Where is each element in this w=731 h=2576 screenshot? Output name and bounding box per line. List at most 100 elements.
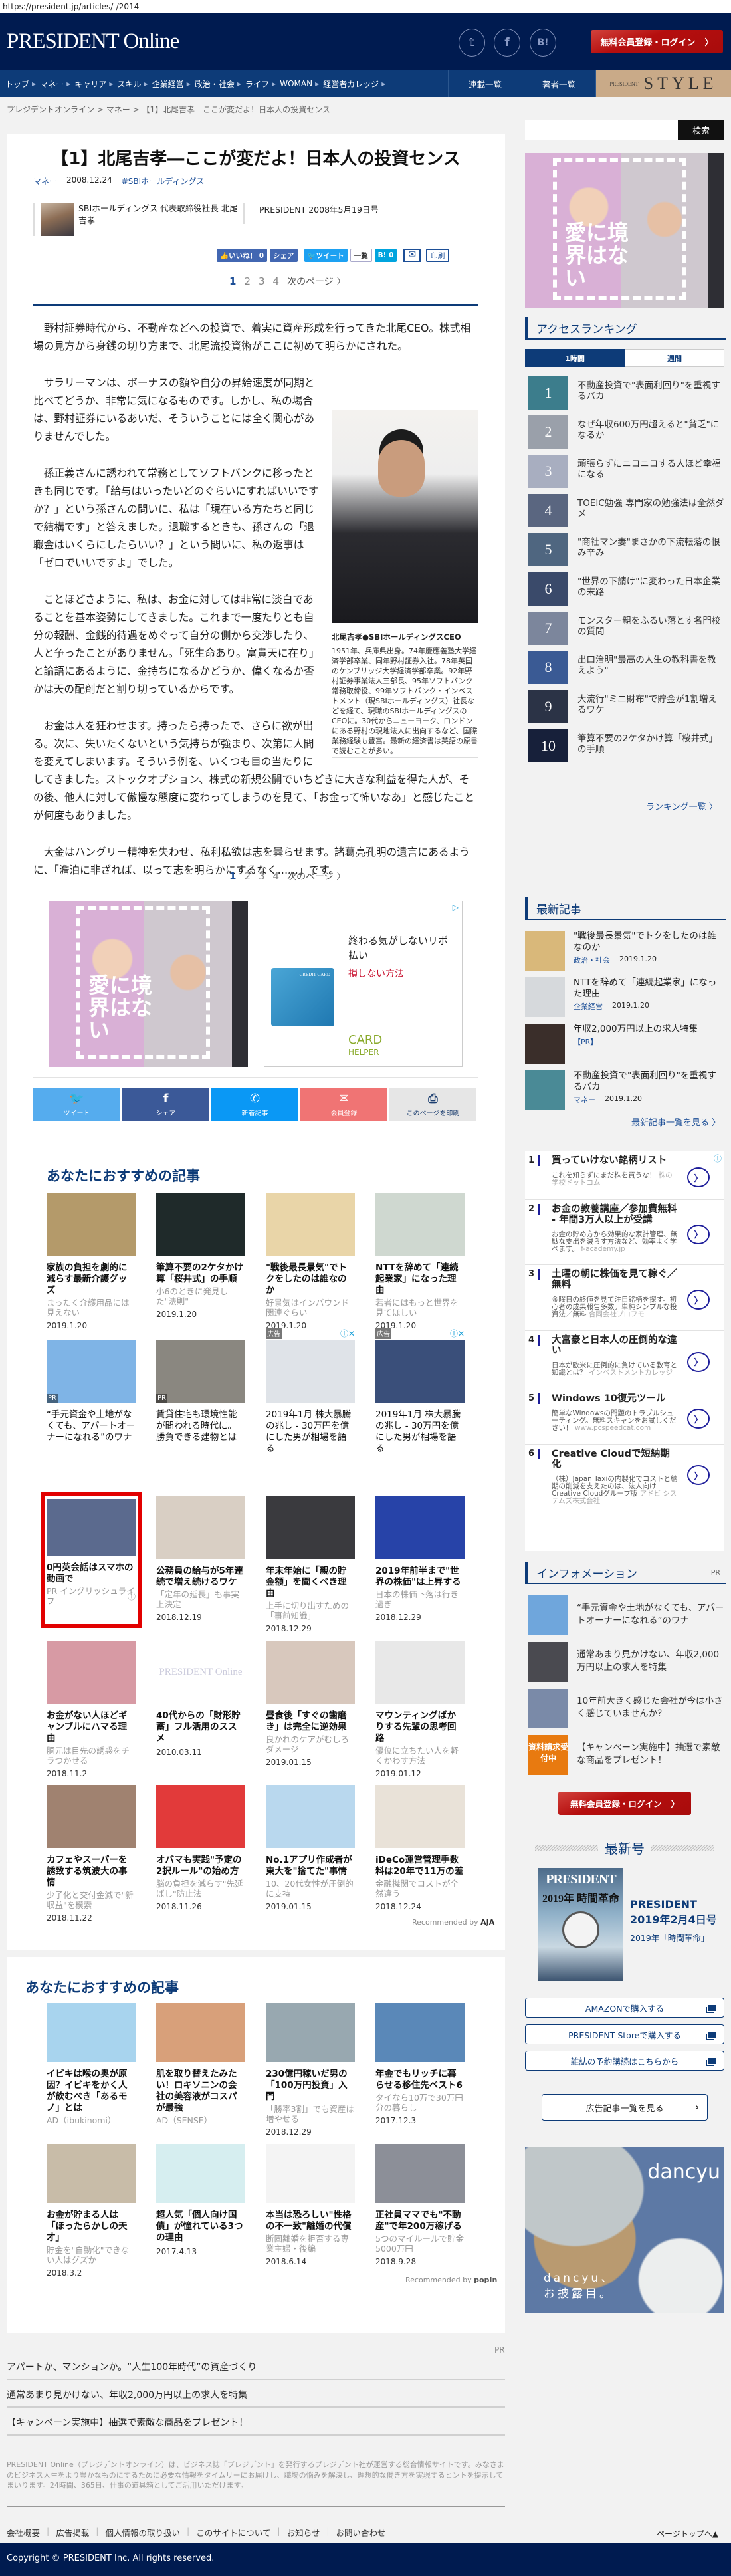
- article-thumbnail[interactable]: [156, 1496, 245, 1559]
- tab-weekly[interactable]: 週間: [625, 349, 724, 367]
- ranking-item[interactable]: 1 不動産投資で"表面利回り"を重視するバカ: [525, 376, 724, 415]
- article-thumbnail[interactable]: [156, 1785, 245, 1848]
- article-thumbnail[interactable]: [266, 1340, 355, 1403]
- page-number[interactable]: 2: [244, 275, 251, 287]
- article-thumbnail[interactable]: [375, 2144, 465, 2203]
- article-card[interactable]: 超人気「個人向け国債」が憧れている3つの理由 2017.4.13: [156, 2144, 245, 2256]
- facebook-icon[interactable]: f: [494, 29, 520, 57]
- ranking-item[interactable]: 4 TOEIC勉強 専門家の勉強法は全然ダメ: [525, 494, 724, 533]
- article-card[interactable]: 230億円稼いだ男の「100万円投資」入門 「勝率3割」でも資産は増やせる 2018…: [266, 2003, 355, 2137]
- article-card[interactable]: 年金でもリッチに暮らせる移住先ベスト6 タイなら10万で30万円分の暮らし 2017…: [375, 2003, 465, 2125]
- article-card[interactable]: 0円英会話はスマホの動画で PR イングリッシュライフ ⓘ: [41, 1492, 142, 1628]
- author-name[interactable]: SBIホールディングス 代表取締役社長 北尾 吉孝: [78, 203, 245, 225]
- register-login-button[interactable]: 無料会員登録・ログイン〉: [558, 1792, 691, 1815]
- card-ad[interactable]: ▷ CREDIT CARD 終わる気がしないリボ払い 損しない方法 CARD H…: [264, 901, 463, 1067]
- article-card[interactable]: 本当は恐ろしい"性格の不一致"離婚の代償 断固離婚を拒否する専業主婦・後編 2018…: [266, 2144, 355, 2266]
- article-card[interactable]: 肌を取り替えたみたい！ロキソニンの会社の美容液がコスパが最強 AD（SENSE）: [156, 2003, 245, 2125]
- article-card[interactable]: 正社員ママでも"不動産"で年200万稼げる 5つのマイルールで貯金5000万円 20…: [375, 2144, 465, 2266]
- article-card[interactable]: "戦後最長景気"でトクをしたのは誰なのか 好景気はインバウンド関連ぐらい 2019.…: [266, 1193, 355, 1330]
- article-thumbnail[interactable]: [375, 2003, 465, 2062]
- article-card[interactable]: 広告 ⓘ✕ 2019年1月 株大暴騰の兆し - 30万円を億にした男が相場を語る: [375, 1328, 465, 1455]
- nav-item[interactable]: WOMAN ▶: [280, 79, 319, 88]
- article-card[interactable]: 家族の負担を劇的に減らす最新介護グッズ まったく介護用品には見えない 2019.1.…: [47, 1193, 136, 1330]
- breadcrumb-home[interactable]: プレジデントオンライン: [7, 105, 94, 114]
- article-card[interactable]: iDeCo運営管理手数料は20年で11万の差 金融機関でコストが全然違う 2018.…: [375, 1785, 465, 1911]
- site-logo[interactable]: PRESIDENT Online: [7, 29, 179, 54]
- ranking-item[interactable]: 5 "商社マン妻"まさかの下流転落の恨み辛み: [525, 533, 724, 572]
- adchoices-icon[interactable]: ▷: [453, 903, 459, 912]
- article-card[interactable]: PRESIDENT Online 40代からの「財形貯蓄」フル活用のススメ 2010…: [156, 1641, 245, 1757]
- print-button[interactable]: 印刷: [426, 249, 450, 262]
- sponsored-item[interactable]: 3 土曜の朝に株価を見て稼ぐ／無料 金曜日の終値を見て注目銘柄を探す。初心者の成果報…: [525, 1265, 724, 1331]
- page-number[interactable]: 1: [229, 870, 236, 882]
- article-thumbnail[interactable]: [266, 1193, 355, 1256]
- pr-link[interactable]: アパートか、マンションか。“人生100年時代”の資産づくり: [7, 2360, 505, 2380]
- latest-category[interactable]: 企業経営: [574, 1001, 603, 1012]
- chevron-circle-icon[interactable]: 〉: [687, 1167, 710, 1187]
- information-item[interactable]: 資料請求受付中 【キャンペーン実施中】抽選で素敵な商品をプレゼント！: [528, 1735, 724, 1782]
- author-avatar[interactable]: [41, 203, 74, 236]
- article-card[interactable]: お金が貯まる人は「ほったらかしの天才」 貯金を"自動化"できない人はグズか 2018…: [47, 2144, 136, 2278]
- article-thumbnail[interactable]: [375, 1193, 465, 1256]
- ranking-item[interactable]: 7 モンスター親をふるい落とす名門校の質問: [525, 612, 724, 651]
- issue-title[interactable]: PRESIDENT 2019年2月4日号: [630, 1897, 720, 1927]
- article-thumbnail[interactable]: [266, 1496, 355, 1559]
- article-thumbnail[interactable]: [156, 2003, 245, 2062]
- page-number[interactable]: 3: [259, 275, 265, 287]
- article-tag-link[interactable]: #SBIホールディングス: [122, 176, 205, 187]
- sponsored-item[interactable]: 5 Windows 10復元ツール 簡単なWindowsの問題のトラブルシューティン…: [525, 1389, 724, 1445]
- footer-link[interactable]: お問い合わせ: [336, 2526, 386, 2539]
- ranking-item[interactable]: 2 なぜ年収600万円超えると"貧乏"になるか: [525, 415, 724, 455]
- recommended-by[interactable]: Recommended by AJA: [412, 1918, 494, 1927]
- article-card[interactable]: PR 賃貸住宅も環境性能が問われる時代に。勝負できる建物とは: [156, 1340, 245, 1443]
- sponsored-item[interactable]: 6 Creative Cloudで短納期化 （株）Japan Taxiの内製化でコス…: [525, 1445, 724, 1505]
- breadcrumb-category[interactable]: マネー: [106, 105, 130, 114]
- share-1-button[interactable]: 🐦 ツイート: [33, 1088, 120, 1121]
- nav-item[interactable]: マネー ▶: [40, 78, 70, 90]
- article-card[interactable]: カフェやスーパーを誘致する筑波大の事情 少子化と交付金減で"新収益"を模索 2018…: [47, 1785, 136, 1923]
- register-login-button[interactable]: 無料会員登録・ログイン〉: [591, 30, 723, 53]
- article-card[interactable]: マウンティングばかりする先輩の思考回路 優位に立ちたい人を軽くかわす方法 2019.…: [375, 1641, 465, 1778]
- chevron-circle-icon[interactable]: 〉: [687, 1465, 710, 1485]
- search-button[interactable]: 検索: [678, 120, 724, 140]
- dancyu-ad-banner[interactable]: dancyu dancyu、お披露目。: [525, 2147, 724, 2313]
- page-top-link[interactable]: ページトップへ▲: [657, 2528, 718, 2539]
- latest-category[interactable]: 政治・社会: [574, 955, 610, 965]
- article-card[interactable]: 広告 ⓘ✕ 2019年1月 株大暴騰の兆し - 30万円を億にした男が相場を語る: [266, 1328, 355, 1455]
- facebook-like-button[interactable]: 👍 いいね！ 0: [217, 249, 268, 262]
- nav-item[interactable]: ライフ ▶: [245, 78, 276, 90]
- next-page-link[interactable]: 次のページ 〉: [287, 870, 346, 883]
- purchase-button[interactable]: AMAZONで購入する: [525, 1998, 724, 2018]
- tweet-count-list[interactable]: 一覧: [350, 249, 372, 262]
- footer-link[interactable]: 広告掲載: [56, 2526, 89, 2539]
- article-category-link[interactable]: マネー: [33, 176, 57, 187]
- ranking-more-link[interactable]: ランキング一覧 〉: [646, 800, 718, 812]
- share-2-button[interactable]: f シェア: [122, 1088, 209, 1121]
- nav-item[interactable]: 経営者カレッジ ▶: [323, 78, 385, 90]
- article-card[interactable]: 昼食後「すぐの歯磨き」は完全に逆効果 良かれのケアがむしろダメージ 2019.01.…: [266, 1641, 355, 1767]
- chevron-circle-icon[interactable]: 〉: [687, 1351, 710, 1372]
- information-item[interactable]: 10年前大きく感じた会社が今は小さく感じていませんか？: [528, 1689, 724, 1735]
- author-photo[interactable]: [332, 410, 478, 623]
- article-thumbnail[interactable]: [156, 2144, 245, 2203]
- article-thumbnail[interactable]: [47, 1499, 136, 1556]
- page-number[interactable]: 3: [259, 870, 265, 882]
- ranking-item[interactable]: 8 出口治明"最高の人生の教科書を教えよう": [525, 651, 724, 690]
- tab-hourly[interactable]: 1時間: [525, 349, 625, 367]
- sponsored-item[interactable]: 1 買っていけない銘柄リスト これを知らずにまだ株を買うな！ 株の学校ドットコム〉: [525, 1151, 724, 1200]
- search-input[interactable]: [525, 120, 678, 140]
- footer-link[interactable]: このサイトについて: [196, 2526, 270, 2539]
- twitter-icon[interactable]: 𝕥: [459, 29, 485, 57]
- article-card[interactable]: 筆算不要の2ケタかけ算「桜井式」の手順 小6のときに発見した"法則" 2019.1.…: [156, 1193, 245, 1319]
- chevron-circle-icon[interactable]: 〉: [687, 1409, 710, 1429]
- share-5-button[interactable]: ⎙ このページを印刷: [389, 1088, 476, 1121]
- pr-link[interactable]: 【キャンペーン実施中】抽選で素敵な商品をプレゼント！: [7, 2416, 505, 2436]
- latest-item[interactable]: 年収2,000万円以上の求人特集 【PR】: [525, 1024, 724, 1070]
- article-thumbnail[interactable]: [47, 2144, 136, 2203]
- share-3-button[interactable]: ✆ 新着記事: [211, 1088, 298, 1121]
- nav-item[interactable]: 政治・社会 ▶: [195, 78, 241, 90]
- nav-item[interactable]: スキル ▶: [118, 78, 148, 90]
- article-card[interactable]: 公務員の給与が5年連続で増え続けるワケ 「定年の延長」も事実上決定 2018.12.…: [156, 1496, 245, 1622]
- share-4-button[interactable]: ✉ 会員登録: [300, 1088, 387, 1121]
- article-thumbnail[interactable]: [375, 1641, 465, 1704]
